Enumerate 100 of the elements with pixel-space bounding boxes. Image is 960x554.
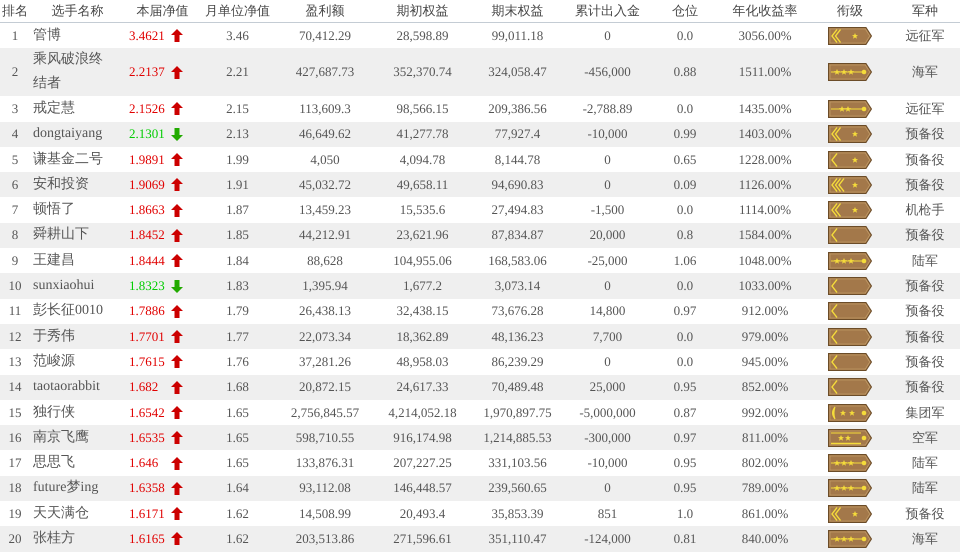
table-cell-text: 912.00% [740,303,790,320]
table-cell-text: 2,756,845.57 [290,404,360,420]
table-cell-text: 44,212.91 [298,227,352,244]
column-header: 选手名称 [50,3,104,20]
rank-cell-text: 7 [10,202,20,218]
rank-cell-text: 18 [8,480,22,496]
branch-cell-text: 预备役 [904,506,946,523]
table-cell-text: 0.0 [676,278,694,294]
table-cell-text: 1511.00% [738,64,792,80]
branch-cell-text: 预备役 [904,227,946,244]
table-cell-text: 324,058.47 [487,64,548,80]
table-cell-text: 2.13 [225,126,250,142]
table-cell-text: 104,955.06 [392,252,453,269]
column-header: 累计出入金 [574,3,641,20]
table-cell-text: 46,649.62 [298,126,352,142]
player-name: 管博 [32,26,62,45]
player-name: sunxiaohui [32,277,96,296]
player-name: 乘风破浪终结者 [32,50,104,94]
net-value: 1.6542 [129,404,166,420]
table-cell-text: 86,239.29 [490,354,544,370]
net-value: 1.682 [129,379,160,396]
table-cell-text: 2.15 [225,100,250,117]
table-cell-text: 20,493.4 [398,506,446,522]
table-cell-text: 28,598.89 [396,28,450,44]
player-name: 天天满仓 [32,504,90,523]
table-cell-text: 0.95 [672,379,698,396]
table-cell-text: 13,459.23 [298,202,352,218]
net-value: 1.646 [129,455,160,472]
table-cell-text: 840.00% [740,530,790,547]
table-cell-text: 1.62 [225,506,250,522]
table-cell-text: 48,136.23 [490,328,544,345]
branch-cell-text: 预备役 [904,303,946,320]
table-cell-text: 0 [603,354,612,370]
table-cell-text: 0.88 [672,64,698,80]
net-value: 2.1526 [129,100,166,117]
table-cell-text: 209,386.56 [487,100,548,117]
player-name: 谦基金二号 [32,150,104,169]
table-cell-text: 1584.00% [737,227,793,244]
table-cell-text: 1,677.2 [402,278,443,294]
table-cell-text: -456,000 [583,64,632,80]
table-cell-text: 70,489.48 [490,379,544,396]
table-cell-text: 0.95 [672,480,698,496]
table-cell-text: 352,370.74 [392,64,453,80]
rank-cell-text: 3 [10,100,20,117]
net-value: 1.6171 [129,506,166,522]
rank-cell-text: 19 [8,506,22,522]
rank-cell-text: 14 [8,379,22,396]
table-cell-text: -10,000 [586,455,629,472]
column-header: 月单位净值 [204,3,271,20]
table-cell-text: 0.8 [676,227,694,244]
table-cell-text: 1.77 [225,328,250,345]
branch-cell-text: 空军 [911,430,939,447]
column-header: 期初权益 [396,3,450,20]
table-cell-text: 146,448.57 [392,480,453,496]
table-cell-text: 1.68 [225,379,250,396]
branch-cell-text: 集团军 [904,404,946,422]
player-name: 王建昌 [32,252,76,270]
rank-cell-text: 6 [10,176,20,193]
table-cell-text: 7,700 [592,328,624,345]
table-cell-text: 992.00% [740,404,790,420]
table-cell-text: 98,566.15 [396,100,450,117]
table-cell-text: 22,073.34 [298,328,352,345]
table-cell-text: 113,609.3 [298,100,352,117]
table-cell-text: 0.0 [676,100,694,117]
table-cell-text: 1048.00% [737,252,793,269]
table-cell-text: 26,438.13 [298,303,352,320]
branch-cell-text: 预备役 [904,379,946,396]
branch-cell-text: 预备役 [904,354,946,371]
table-cell-text: 0 [603,152,612,168]
table-cell-text: 1.64 [225,480,250,496]
table-cell-text: 351,110.47 [487,530,548,547]
branch-cell-text: 预备役 [904,278,946,296]
player-name: 独行侠 [32,404,76,422]
player-name: 南京飞鹰 [32,428,90,447]
table-cell-text: 1.84 [225,252,250,269]
table-cell-text: 1.65 [225,404,250,420]
table-cell-text: 0.65 [672,152,698,168]
table-cell-text: -5,000,000 [578,404,637,420]
column-header: 仓位 [671,3,699,20]
table-cell-text: 24,617.33 [396,379,450,396]
table-cell-text: -10,000 [586,126,629,142]
table-cell-text: 203,513.86 [294,530,356,547]
net-value: 1.7701 [129,328,166,345]
player-name: 戒定慧 [32,99,76,118]
table-cell-text: 331,103.56 [487,455,548,472]
table-cell-text: 0.97 [672,430,698,446]
player-name: 彭长征0010 [32,302,104,320]
table-cell-text: 1.62 [225,530,250,547]
rank-cell-text: 10 [8,278,22,294]
player-name: 于秀伟 [32,328,76,346]
table-cell-text: 87,834.87 [490,227,544,244]
table-cell-text: 0 [603,278,612,294]
table-cell-text: 0.87 [672,404,698,420]
column-header: 本届净值 [136,3,190,20]
table-cell-text: 861.00% [740,506,790,522]
table-cell-text: 239,560.65 [487,480,548,496]
table-cell-text: 1126.00% [738,176,792,193]
table-cell-text: 4,094.78 [398,152,446,168]
table-cell-text: 1.83 [225,278,250,294]
table-cell-text: 18,362.89 [396,328,450,345]
